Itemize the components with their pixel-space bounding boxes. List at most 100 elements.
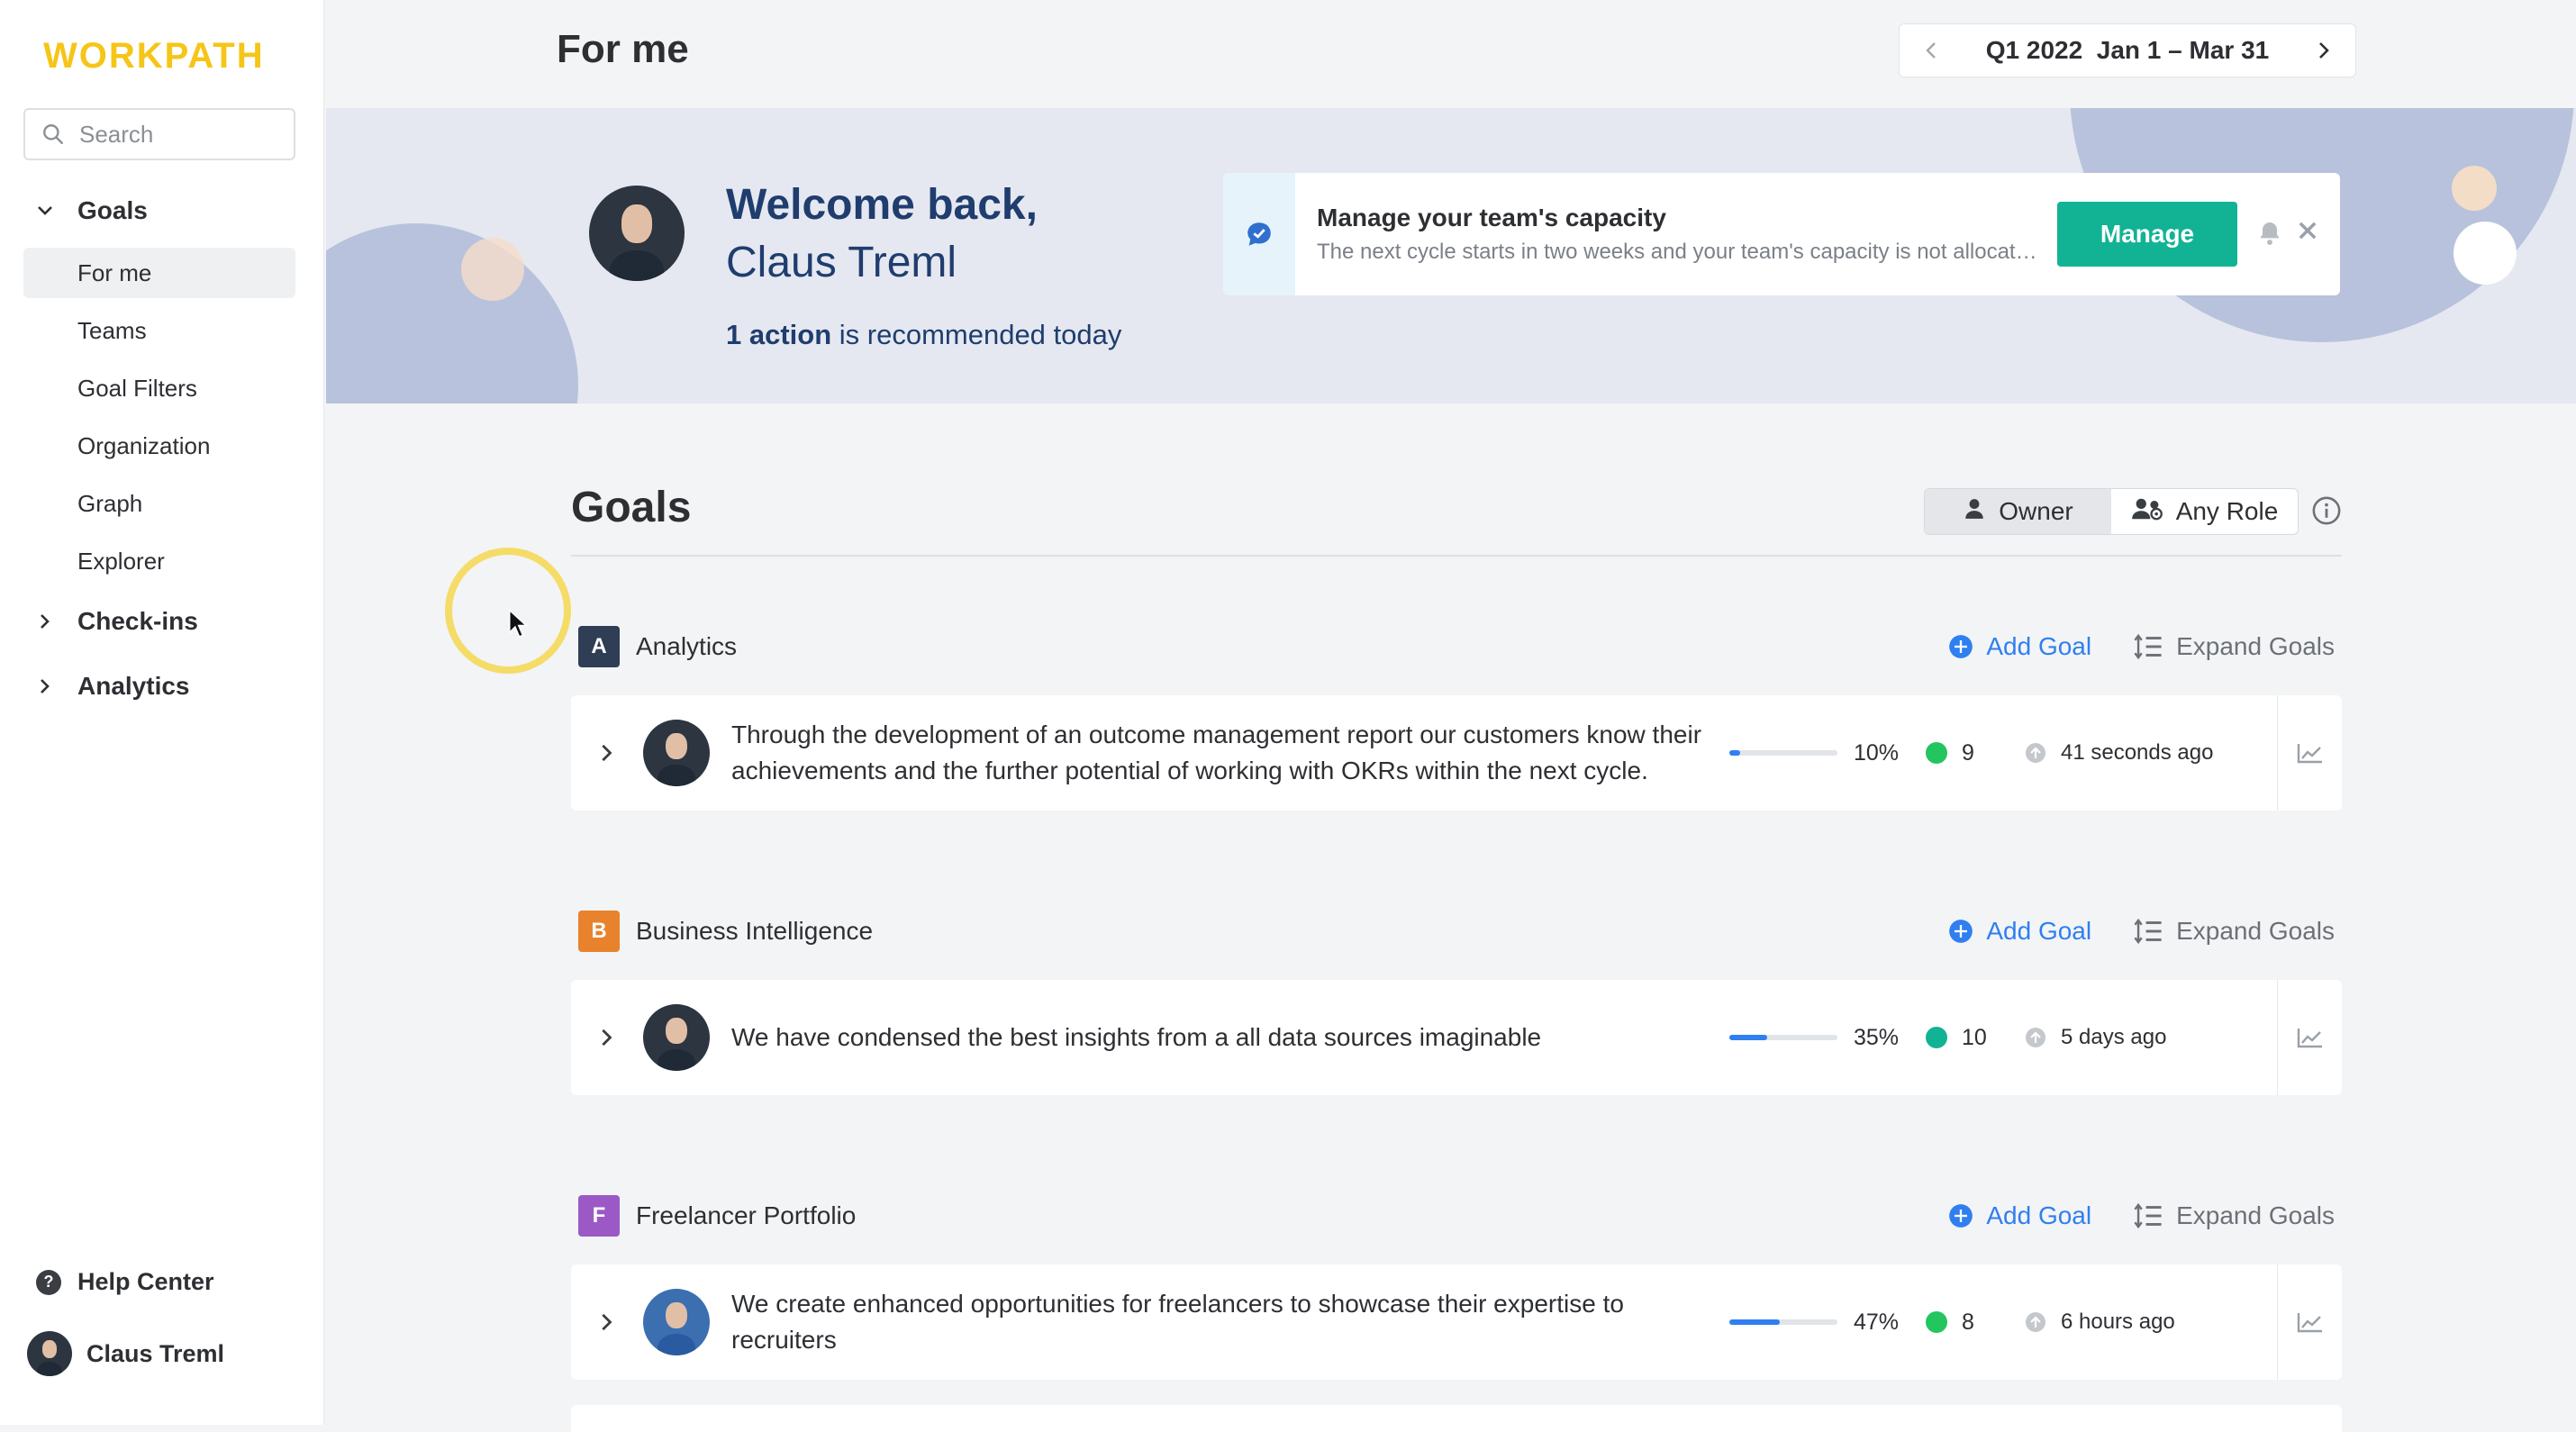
goal-text[interactable]: We create enhanced opportunities for fre… bbox=[731, 1286, 1713, 1358]
search-icon bbox=[41, 122, 65, 146]
action-count: 1 action bbox=[726, 319, 832, 350]
goal-row[interactable]: Through the development of an outcome ma… bbox=[571, 695, 2342, 811]
progress-fill bbox=[1729, 1319, 1781, 1325]
chevron-right-icon bbox=[36, 613, 54, 630]
group-name[interactable]: Freelancer Portfolio bbox=[636, 1201, 856, 1230]
search-input[interactable]: Search bbox=[23, 108, 295, 160]
progress-percent: 35% bbox=[1854, 1024, 1900, 1050]
add-goal-label: Add Goal bbox=[1986, 1201, 2092, 1229]
progress-bar bbox=[1729, 1035, 1837, 1040]
welcome-greeting: Welcome back, bbox=[726, 181, 1038, 229]
plus-circle-icon bbox=[1949, 635, 1973, 658]
expand-goals-label: Expand Goals bbox=[2176, 632, 2335, 660]
search-placeholder: Search bbox=[79, 120, 154, 148]
avatar bbox=[27, 1331, 72, 1376]
avatar bbox=[643, 1289, 710, 1355]
group-name[interactable]: Business Intelligence bbox=[636, 917, 873, 946]
goals-title: Goals bbox=[571, 484, 692, 531]
status-dot bbox=[1926, 1027, 1947, 1048]
key-results-number: 10 bbox=[1962, 1024, 1987, 1050]
plus-circle-icon bbox=[1949, 1204, 1973, 1228]
sidebar-item-goal-filters[interactable]: Goal Filters bbox=[23, 363, 295, 413]
sidebar-item-organization[interactable]: Organization bbox=[23, 421, 295, 471]
add-goal-button[interactable]: Add Goal bbox=[1948, 917, 2091, 946]
goal-row[interactable]: We create enhanced opportunities for fre… bbox=[571, 1264, 2342, 1380]
key-results-count[interactable]: 9 bbox=[1926, 740, 2007, 766]
group-name[interactable]: Analytics bbox=[636, 632, 737, 661]
decor-dot bbox=[461, 238, 524, 301]
sidebar-item-for-me[interactable]: For me bbox=[23, 248, 295, 298]
recommended-actions[interactable]: 1 action is recommended today bbox=[726, 319, 1121, 351]
close-icon[interactable] bbox=[2295, 218, 2320, 248]
page-title: For me bbox=[557, 27, 689, 71]
key-results-number: 9 bbox=[1962, 739, 1974, 766]
expand-list-icon bbox=[2134, 633, 2162, 660]
progress-fill bbox=[1729, 1035, 1767, 1040]
sidebar-section-goals[interactable]: Goals bbox=[36, 196, 148, 225]
decor-blob bbox=[326, 223, 578, 403]
trend-chart-button[interactable] bbox=[2277, 980, 2342, 1095]
user-menu[interactable]: Claus Treml bbox=[27, 1331, 224, 1376]
goal-row-peek bbox=[571, 1405, 2342, 1432]
info-icon[interactable] bbox=[2311, 495, 2342, 530]
trend-chart-button[interactable] bbox=[2277, 1264, 2342, 1380]
sidebar-item-graph[interactable]: Graph bbox=[23, 478, 295, 529]
help-center-link[interactable]: ? Help Center bbox=[36, 1268, 214, 1296]
trend-icon bbox=[2297, 1029, 2322, 1048]
progress-percent: 10% bbox=[1854, 739, 1900, 766]
key-results-count[interactable]: 10 bbox=[1926, 1025, 2007, 1051]
key-results-count[interactable]: 8 bbox=[1926, 1310, 2007, 1336]
add-goal-button[interactable]: Add Goal bbox=[1948, 632, 2091, 661]
expand-goals-button[interactable]: Expand Goals bbox=[2133, 1201, 2335, 1230]
expand-goals-button[interactable]: Expand Goals bbox=[2133, 917, 2335, 946]
next-period-button[interactable] bbox=[2310, 41, 2337, 59]
status-dot bbox=[1926, 742, 1947, 764]
progress-bar bbox=[1729, 750, 1837, 756]
add-goal-label: Add Goal bbox=[1986, 632, 2092, 660]
decor-dot bbox=[2454, 222, 2517, 285]
sidebar-item-explorer[interactable]: Explorer bbox=[23, 536, 295, 586]
sidebar-section-analytics[interactable]: Analytics bbox=[36, 672, 190, 701]
goal-text[interactable]: Through the development of an outcome ma… bbox=[731, 717, 1713, 789]
notice-title: Manage your team's capacity bbox=[1317, 204, 1666, 231]
role-owner-label: Owner bbox=[1999, 497, 2073, 525]
add-goal-button[interactable]: Add Goal bbox=[1948, 1201, 2091, 1230]
period-label: Q1 2022 Jan 1 – Mar 31 bbox=[1985, 36, 2270, 64]
group-letter-badge: F bbox=[578, 1195, 620, 1237]
chevron-right-icon bbox=[36, 678, 54, 694]
goal-group-analytics: A Analytics Add Goal Expand Goals bbox=[578, 623, 2335, 670]
sidebar-item-teams[interactable]: Teams bbox=[23, 305, 295, 356]
sidebar: WORKPATH Search Goals For me Teams Goal … bbox=[0, 0, 324, 1425]
updated-time: 5 days ago bbox=[2061, 1025, 2167, 1049]
role-owner-button[interactable]: Owner bbox=[1925, 489, 2111, 534]
status-dot bbox=[1926, 1311, 1947, 1333]
previous-period-button[interactable] bbox=[1918, 41, 1945, 59]
manage-button[interactable]: Manage bbox=[2057, 202, 2237, 267]
role-any-button[interactable]: Any Role bbox=[2111, 489, 2298, 534]
goal-text[interactable]: We have condensed the best insights from… bbox=[731, 1020, 1713, 1056]
person-icon bbox=[1963, 496, 1986, 528]
notice-text: The next cycle starts in two weeks and y… bbox=[1317, 240, 2046, 264]
key-results-number: 8 bbox=[1962, 1309, 1974, 1335]
goal-row[interactable]: We have condensed the best insights from… bbox=[571, 980, 2342, 1095]
workpath-logo[interactable]: WORKPATH bbox=[43, 36, 265, 77]
chevron-down-icon bbox=[36, 205, 54, 216]
arrow-up-circle-icon bbox=[2026, 1312, 2045, 1332]
expand-goals-button[interactable]: Expand Goals bbox=[2133, 632, 2335, 661]
chevron-right-icon[interactable] bbox=[571, 1028, 643, 1047]
plus-circle-icon bbox=[1949, 920, 1973, 943]
sidebar-section-check-ins[interactable]: Check-ins bbox=[36, 607, 198, 636]
last-updated: 41 seconds ago bbox=[2025, 740, 2223, 766]
people-icon bbox=[2131, 496, 2163, 528]
progress-bar bbox=[1729, 1319, 1837, 1325]
bell-icon[interactable] bbox=[2255, 218, 2284, 253]
sidebar-section-label: Goals bbox=[77, 196, 148, 224]
chevron-right-icon[interactable] bbox=[571, 1312, 643, 1332]
group-letter-badge: A bbox=[578, 626, 620, 667]
avatar bbox=[589, 186, 685, 281]
chevron-right-icon[interactable] bbox=[571, 743, 643, 763]
trend-chart-button[interactable] bbox=[2277, 695, 2342, 811]
progress-fill bbox=[1729, 750, 1740, 756]
arrow-up-circle-icon bbox=[2026, 743, 2045, 763]
chat-check-icon bbox=[1223, 173, 1295, 295]
